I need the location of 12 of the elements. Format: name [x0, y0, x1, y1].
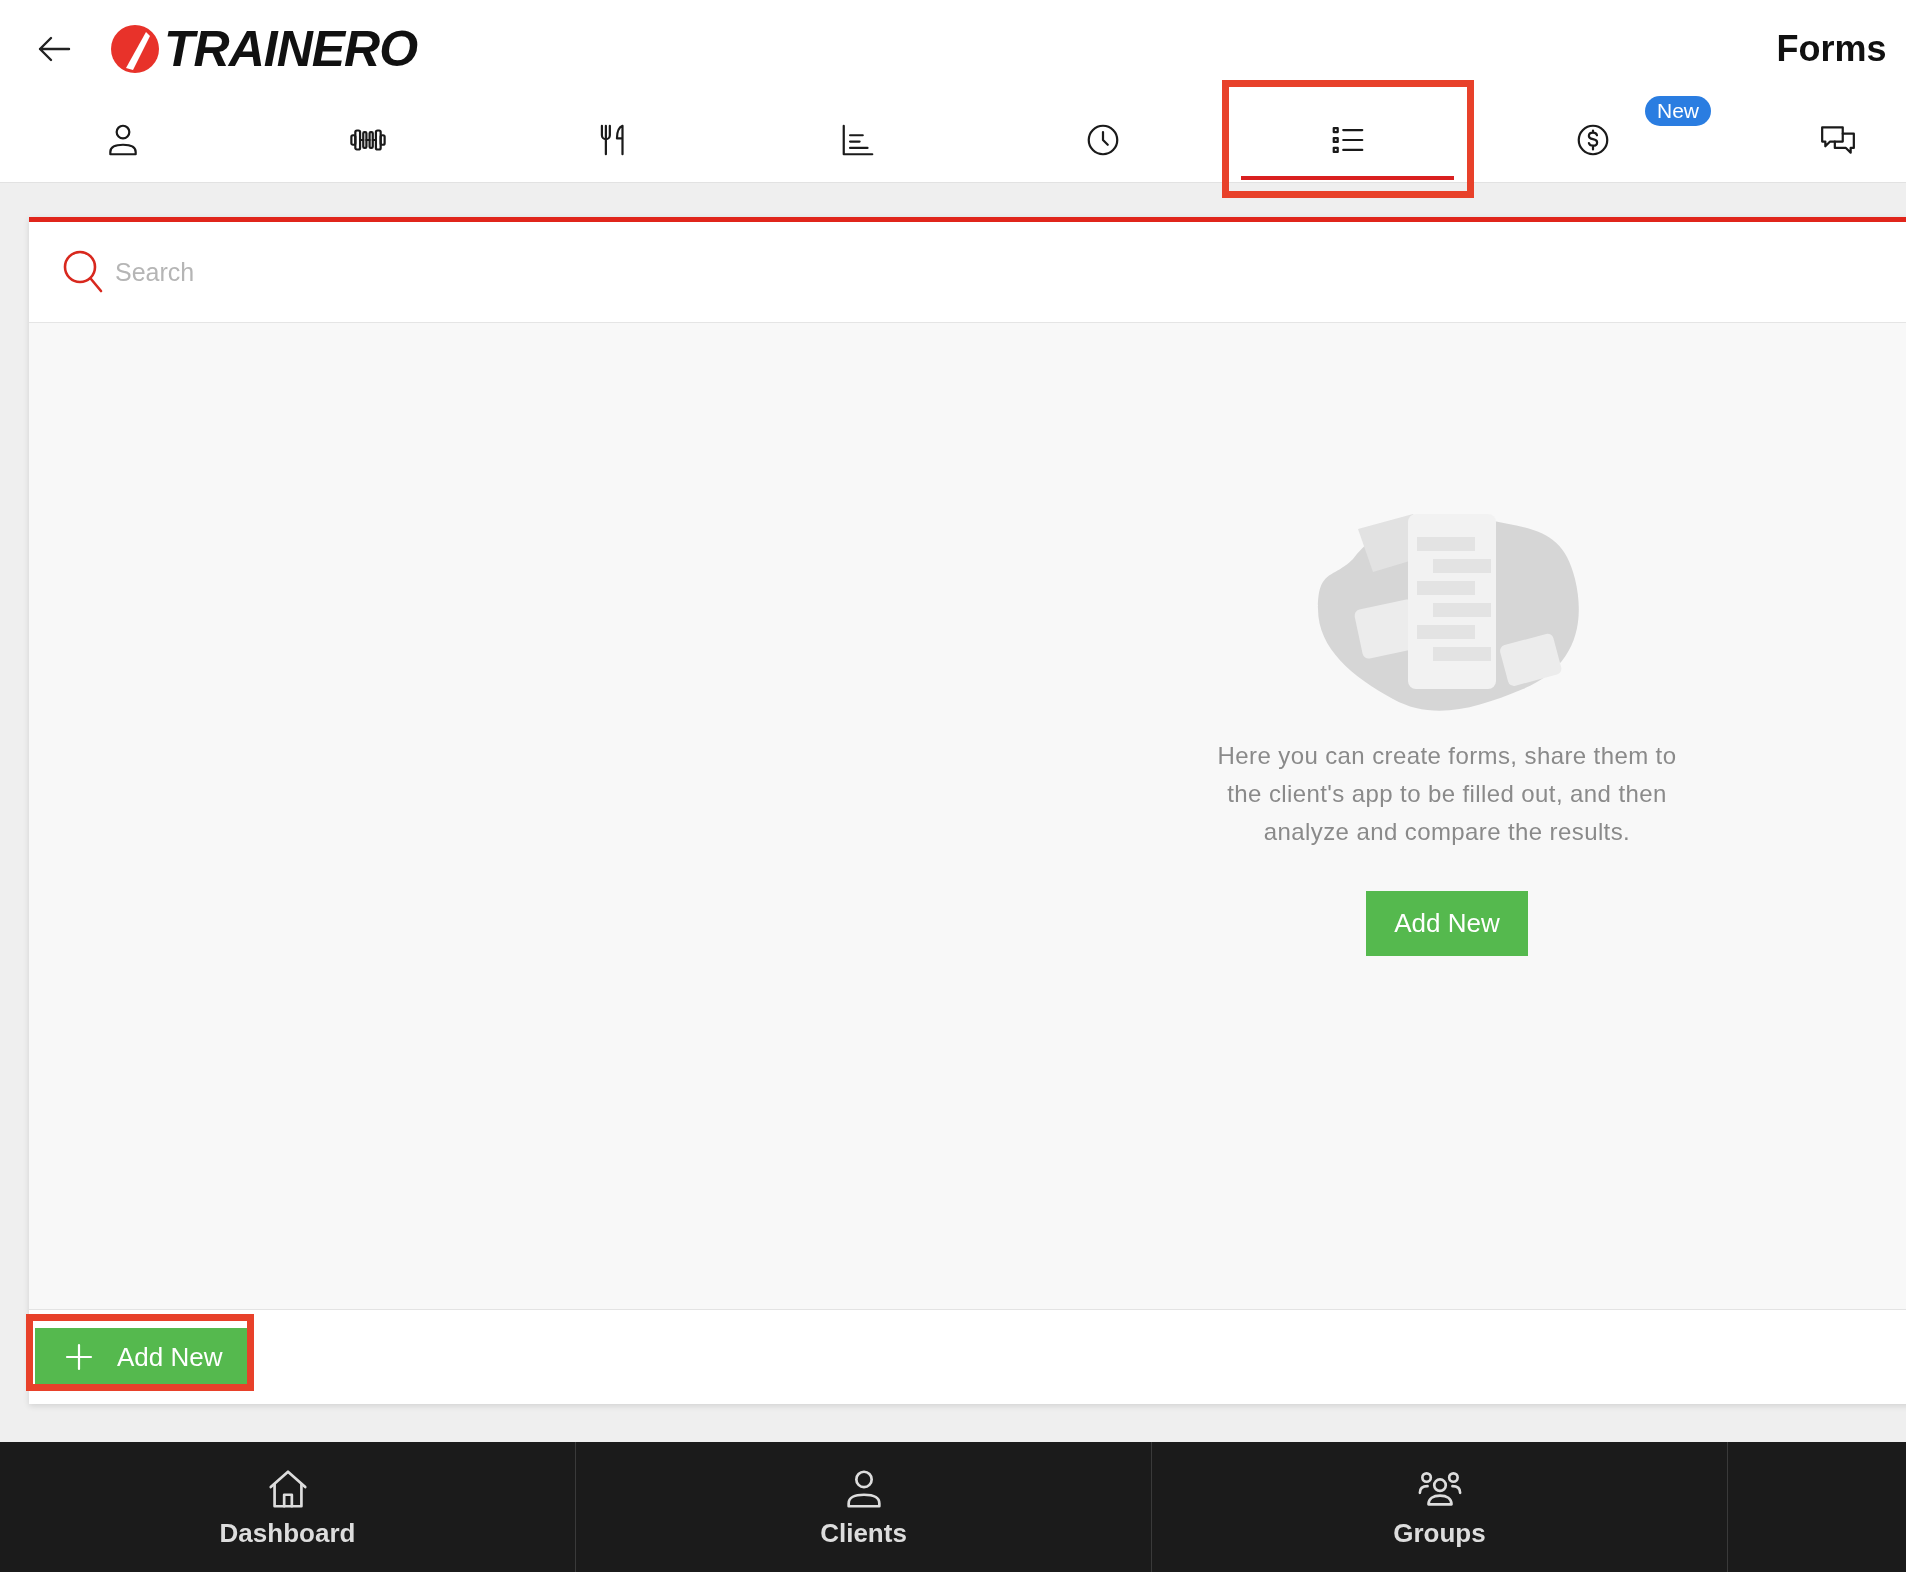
- empty-state-message: Here you can create forms, share them to the client's app to be filled out, and then analyze and compare the results.: [1216, 741, 1678, 847]
- nav-item[interactable]: Groups: [1152, 1442, 1728, 1572]
- nav-item[interactable]: Clients: [576, 1442, 1152, 1572]
- search-icon: [63, 250, 103, 294]
- plus-icon: [65, 1343, 93, 1371]
- logo-text: TRAINERO: [164, 19, 418, 78]
- back-arrow-icon: [37, 35, 71, 62]
- new-badge: New: [1645, 96, 1711, 126]
- logo-icon: [110, 23, 160, 74]
- search-field[interactable]: Search: [113, 256, 517, 288]
- nav-item[interactable]: Dashboard: [0, 1442, 576, 1572]
- page-title: Forms: [1775, 27, 1888, 70]
